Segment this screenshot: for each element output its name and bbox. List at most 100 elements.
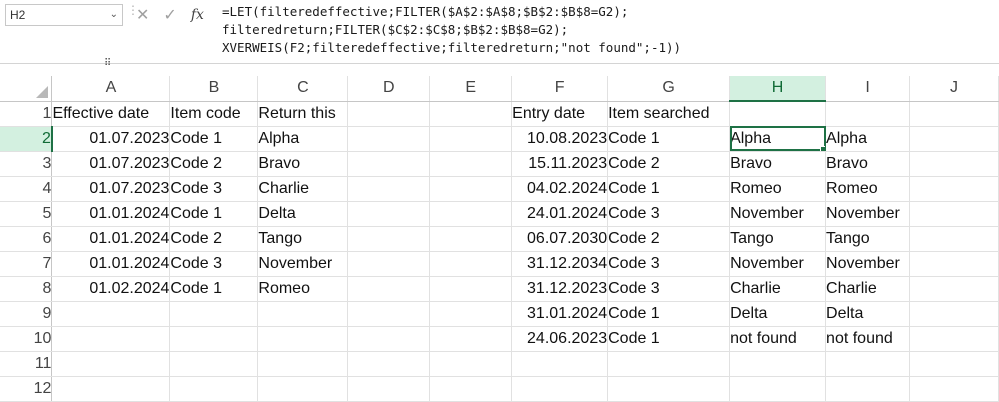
cell-d1[interactable] xyxy=(347,101,431,127)
cell-b9[interactable] xyxy=(169,301,259,327)
cell-g12[interactable] xyxy=(607,376,731,402)
cell-g1[interactable]: Item searched xyxy=(607,101,731,127)
cell-j2[interactable] xyxy=(909,126,999,152)
cell-b10[interactable] xyxy=(169,326,259,352)
cell-j8[interactable] xyxy=(909,276,999,302)
cell-a2[interactable]: 01.07.2023 xyxy=(51,126,171,152)
cell-g6[interactable]: Code 2 xyxy=(607,226,731,252)
cell-a1[interactable]: Effective date xyxy=(51,101,171,127)
cell-f8[interactable]: 31.12.2023 xyxy=(511,276,609,302)
cell-d10[interactable] xyxy=(347,326,431,352)
cell-a6[interactable]: 01.01.2024 xyxy=(51,226,171,252)
cell-f1[interactable]: Entry date xyxy=(511,101,609,127)
cell-i7[interactable]: November xyxy=(825,251,911,277)
cell-a5[interactable]: 01.01.2024 xyxy=(51,201,171,227)
cell-i6[interactable]: Tango xyxy=(825,226,911,252)
cell-e2[interactable] xyxy=(429,126,513,152)
chevron-down-icon[interactable]: ⌄ xyxy=(110,5,118,25)
cell-c10[interactable] xyxy=(257,326,349,352)
row-header[interactable]: 5 xyxy=(0,201,53,227)
cell-b3[interactable]: Code 2 xyxy=(169,151,259,177)
row-header[interactable]: 9 xyxy=(0,301,53,327)
cell-d3[interactable] xyxy=(347,151,431,177)
cell-a11[interactable] xyxy=(51,351,171,377)
cell-h12[interactable] xyxy=(729,376,827,402)
cell-c8[interactable]: Romeo xyxy=(257,276,349,302)
function-icon[interactable]: fx xyxy=(191,7,204,23)
cell-h9[interactable]: Delta xyxy=(729,301,827,327)
cell-i9[interactable]: Delta xyxy=(825,301,911,327)
cell-h1[interactable] xyxy=(729,101,827,127)
select-all-corner[interactable] xyxy=(0,76,53,102)
cell-c2[interactable]: Alpha xyxy=(257,126,349,152)
cell-a9[interactable] xyxy=(51,301,171,327)
cell-f12[interactable] xyxy=(511,376,609,402)
cell-h7[interactable]: November xyxy=(729,251,827,277)
cell-e1[interactable] xyxy=(429,101,513,127)
column-header-a[interactable]: A xyxy=(51,76,171,102)
cell-c5[interactable]: Delta xyxy=(257,201,349,227)
cell-e4[interactable] xyxy=(429,176,513,202)
name-box[interactable]: H2 ⌄ xyxy=(5,4,123,26)
cell-c4[interactable]: Charlie xyxy=(257,176,349,202)
cell-e7[interactable] xyxy=(429,251,513,277)
cell-c9[interactable] xyxy=(257,301,349,327)
row-header[interactable]: 12 xyxy=(0,376,53,402)
column-header-i[interactable]: I xyxy=(825,76,911,102)
cell-d9[interactable] xyxy=(347,301,431,327)
cell-g10[interactable]: Code 1 xyxy=(607,326,731,352)
cell-f10[interactable]: 24.06.2023 xyxy=(511,326,609,352)
cell-j4[interactable] xyxy=(909,176,999,202)
cell-f5[interactable]: 24.01.2024 xyxy=(511,201,609,227)
cell-d8[interactable] xyxy=(347,276,431,302)
row-header[interactable]: 11 xyxy=(0,351,53,377)
cell-b11[interactable] xyxy=(169,351,259,377)
cell-b12[interactable] xyxy=(169,376,259,402)
cell-h6[interactable]: Tango xyxy=(729,226,827,252)
row-header[interactable]: 4 xyxy=(0,176,53,202)
cell-f2[interactable]: 10.08.2023 xyxy=(511,126,609,152)
cell-i3[interactable]: Bravo xyxy=(825,151,911,177)
cell-d2[interactable] xyxy=(347,126,431,152)
column-header-j[interactable]: J xyxy=(909,76,999,102)
cell-c7[interactable]: November xyxy=(257,251,349,277)
cell-f11[interactable] xyxy=(511,351,609,377)
column-header-d[interactable]: D xyxy=(347,76,431,102)
cell-i1[interactable] xyxy=(825,101,911,127)
cell-f9[interactable]: 31.01.2024 xyxy=(511,301,609,327)
cell-j5[interactable] xyxy=(909,201,999,227)
cell-i2[interactable]: Alpha xyxy=(825,126,911,152)
cell-d5[interactable] xyxy=(347,201,431,227)
cell-i11[interactable] xyxy=(825,351,911,377)
cell-j9[interactable] xyxy=(909,301,999,327)
cell-f3[interactable]: 15.11.2023 xyxy=(511,151,609,177)
cell-g4[interactable]: Code 1 xyxy=(607,176,731,202)
close-icon[interactable]: ✕ xyxy=(136,5,149,25)
cell-j10[interactable] xyxy=(909,326,999,352)
cell-j12[interactable] xyxy=(909,376,999,402)
cell-b7[interactable]: Code 3 xyxy=(169,251,259,277)
cell-j3[interactable] xyxy=(909,151,999,177)
cell-h8[interactable]: Charlie xyxy=(729,276,827,302)
cell-g3[interactable]: Code 2 xyxy=(607,151,731,177)
resize-handle-icon[interactable]: ⠿ xyxy=(104,59,111,69)
row-header[interactable]: 7 xyxy=(0,251,53,277)
cell-b2[interactable]: Code 1 xyxy=(169,126,259,152)
cell-e9[interactable] xyxy=(429,301,513,327)
column-header-f[interactable]: F xyxy=(511,76,609,102)
cell-g5[interactable]: Code 3 xyxy=(607,201,731,227)
cell-f4[interactable]: 04.02.2024 xyxy=(511,176,609,202)
cell-c1[interactable]: Return this xyxy=(257,101,349,127)
cell-e6[interactable] xyxy=(429,226,513,252)
row-header[interactable]: 8 xyxy=(0,276,53,302)
cell-j7[interactable] xyxy=(909,251,999,277)
cell-c6[interactable]: Tango xyxy=(257,226,349,252)
check-icon[interactable]: ✓ xyxy=(163,5,176,25)
cell-d12[interactable] xyxy=(347,376,431,402)
cell-b1[interactable]: Item code xyxy=(169,101,259,127)
cell-b8[interactable]: Code 1 xyxy=(169,276,259,302)
cell-g2[interactable]: Code 1 xyxy=(607,126,731,152)
cell-i4[interactable]: Romeo xyxy=(825,176,911,202)
cell-g7[interactable]: Code 3 xyxy=(607,251,731,277)
cell-a8[interactable]: 01.02.2024 xyxy=(51,276,171,302)
